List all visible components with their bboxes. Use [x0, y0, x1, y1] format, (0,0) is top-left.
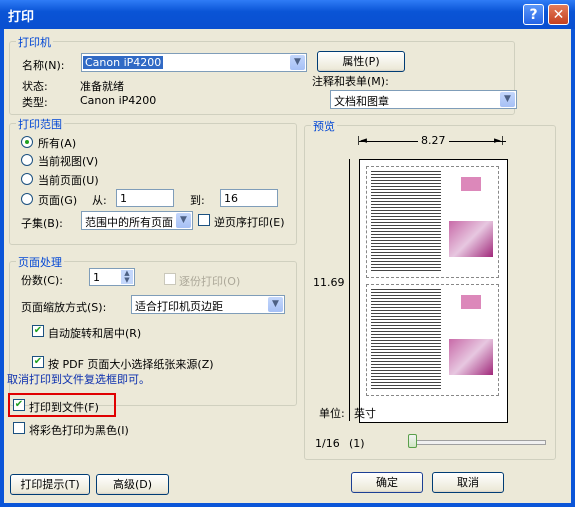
type-label: 类型: — [22, 96, 48, 109]
chevron-down-icon[interactable]: ▼ — [500, 92, 515, 107]
chevron-down-icon[interactable]: ▼ — [268, 297, 283, 312]
hint-text: 取消打印到文件复选框即可。 — [7, 373, 150, 386]
unit-label: 单位: — [319, 407, 345, 420]
from-page-value: 1 — [120, 192, 127, 205]
status-label: 状态: — [22, 80, 48, 93]
preview-page — [359, 159, 508, 423]
choose-paper-label: 按 PDF 页面大小选择纸张来源(Z) — [48, 358, 214, 371]
radio-current-view-label: 当前视图(V) — [38, 155, 99, 168]
from-label: 从: — [92, 194, 107, 207]
subset-select[interactable]: 范围中的所有页面 ▼ — [81, 211, 193, 230]
ok-button[interactable]: 确定 — [351, 472, 423, 493]
arrow-left-icon: |◄ — [357, 136, 367, 146]
print-black-label: 将彩色打印为黑色(I) — [29, 424, 129, 437]
to-page-value: 16 — [224, 192, 238, 205]
from-page-input[interactable]: 1 — [116, 189, 174, 207]
comments-value: 文档和图章 — [334, 95, 389, 108]
radio-current-page[interactable] — [21, 173, 33, 185]
print-range-title: 打印范围 — [16, 116, 64, 132]
printer-name-value: Canon iP4200 — [83, 56, 164, 69]
preview-logo — [461, 295, 481, 309]
to-label: 到: — [190, 194, 205, 207]
printer-name-label: 名称(N): — [22, 59, 65, 72]
comments-select[interactable]: 文档和图章 ▼ — [330, 90, 517, 109]
preview-text-column — [371, 289, 441, 389]
status-value: 准备就绪 — [80, 80, 124, 93]
choose-paper-checkbox[interactable]: ✔ — [32, 356, 44, 368]
page-indicator: 1/16 — [315, 437, 340, 450]
radio-current-view[interactable] — [21, 154, 33, 166]
autorotate-checkbox[interactable]: ✔ — [32, 325, 44, 337]
scaling-label: 页面缩放方式(S): — [21, 301, 107, 314]
preview-logo — [461, 177, 481, 191]
type-value: Canon iP4200 — [80, 94, 157, 107]
to-page-input[interactable]: 16 — [220, 189, 278, 207]
dialog-body: 打印机 名称(N): Canon iP4200 ▼ 属性(P) 状态: 准备就绪… — [4, 29, 571, 503]
advanced-button[interactable]: 高级(D) — [96, 474, 169, 495]
print-tips-button[interactable]: 打印提示(T) — [10, 474, 90, 495]
help-button[interactable]: ? — [523, 4, 544, 25]
reverse-order-checkbox[interactable] — [198, 214, 210, 226]
page-count: (1) — [349, 437, 365, 450]
copies-label: 份数(C): — [21, 274, 63, 287]
spinner-icon[interactable]: ▲ ▼ — [121, 270, 133, 284]
title-bar[interactable]: 打印 ? ✕ — [0, 0, 575, 29]
preview-height: 11.69 — [311, 274, 347, 291]
print-to-file-label: 打印到文件(F) — [29, 401, 99, 414]
radio-current-page-label: 当前页面(U) — [38, 174, 99, 187]
comments-label: 注释和表单(M): — [312, 75, 389, 88]
slider-thumb[interactable] — [408, 434, 417, 448]
properties-button[interactable]: 属性(P) — [317, 51, 405, 72]
collate-checkbox — [164, 273, 176, 285]
close-button[interactable]: ✕ — [548, 4, 569, 25]
preview-width: 8.27 — [418, 134, 449, 147]
radio-pages-label: 页面(G) — [38, 194, 78, 207]
preview-title: 预览 — [311, 118, 337, 134]
subset-label: 子集(B): — [21, 217, 63, 230]
arrow-right-icon: ►| — [494, 136, 504, 146]
scaling-select[interactable]: 适合打印机页边距 ▼ — [131, 295, 285, 314]
height-dimension-line — [349, 159, 350, 421]
unit-value: 英寸 — [354, 407, 376, 420]
collate-label: 逐份打印(O) — [179, 275, 241, 288]
radio-pages[interactable] — [21, 193, 33, 205]
printer-group-title: 打印机 — [16, 34, 53, 50]
preview-image — [449, 221, 493, 257]
print-black-checkbox[interactable] — [13, 422, 25, 434]
radio-all-label: 所有(A) — [38, 137, 77, 150]
reverse-order-label: 逆页序打印(E) — [214, 216, 285, 229]
window-title: 打印 — [8, 10, 35, 25]
preview-thumbnail-bottom — [366, 284, 499, 396]
preview-image — [449, 339, 493, 375]
page-slider[interactable] — [408, 440, 546, 445]
autorotate-label: 自动旋转和居中(R) — [48, 327, 142, 340]
preview-thumbnail-top — [366, 166, 499, 278]
chevron-down-icon[interactable]: ▼ — [290, 55, 305, 70]
subset-value: 范围中的所有页面 — [85, 216, 173, 229]
printer-name-select[interactable]: Canon iP4200 ▼ — [81, 53, 307, 72]
print-dialog: 打印 ? ✕ 打印机 名称(N): Canon iP4200 ▼ 属性(P) 状… — [0, 0, 575, 507]
copies-value: 1 — [93, 271, 100, 284]
chevron-down-icon[interactable]: ▼ — [176, 213, 191, 228]
page-handling-title: 页面处理 — [16, 254, 64, 270]
print-to-file-checkbox[interactable]: ✔ — [13, 399, 25, 411]
preview-text-column — [371, 171, 441, 271]
scaling-value: 适合打印机页边距 — [135, 300, 223, 313]
radio-all[interactable] — [21, 136, 33, 148]
cancel-button[interactable]: 取消 — [432, 472, 504, 493]
copies-input[interactable]: 1 ▲ ▼ — [89, 268, 135, 286]
